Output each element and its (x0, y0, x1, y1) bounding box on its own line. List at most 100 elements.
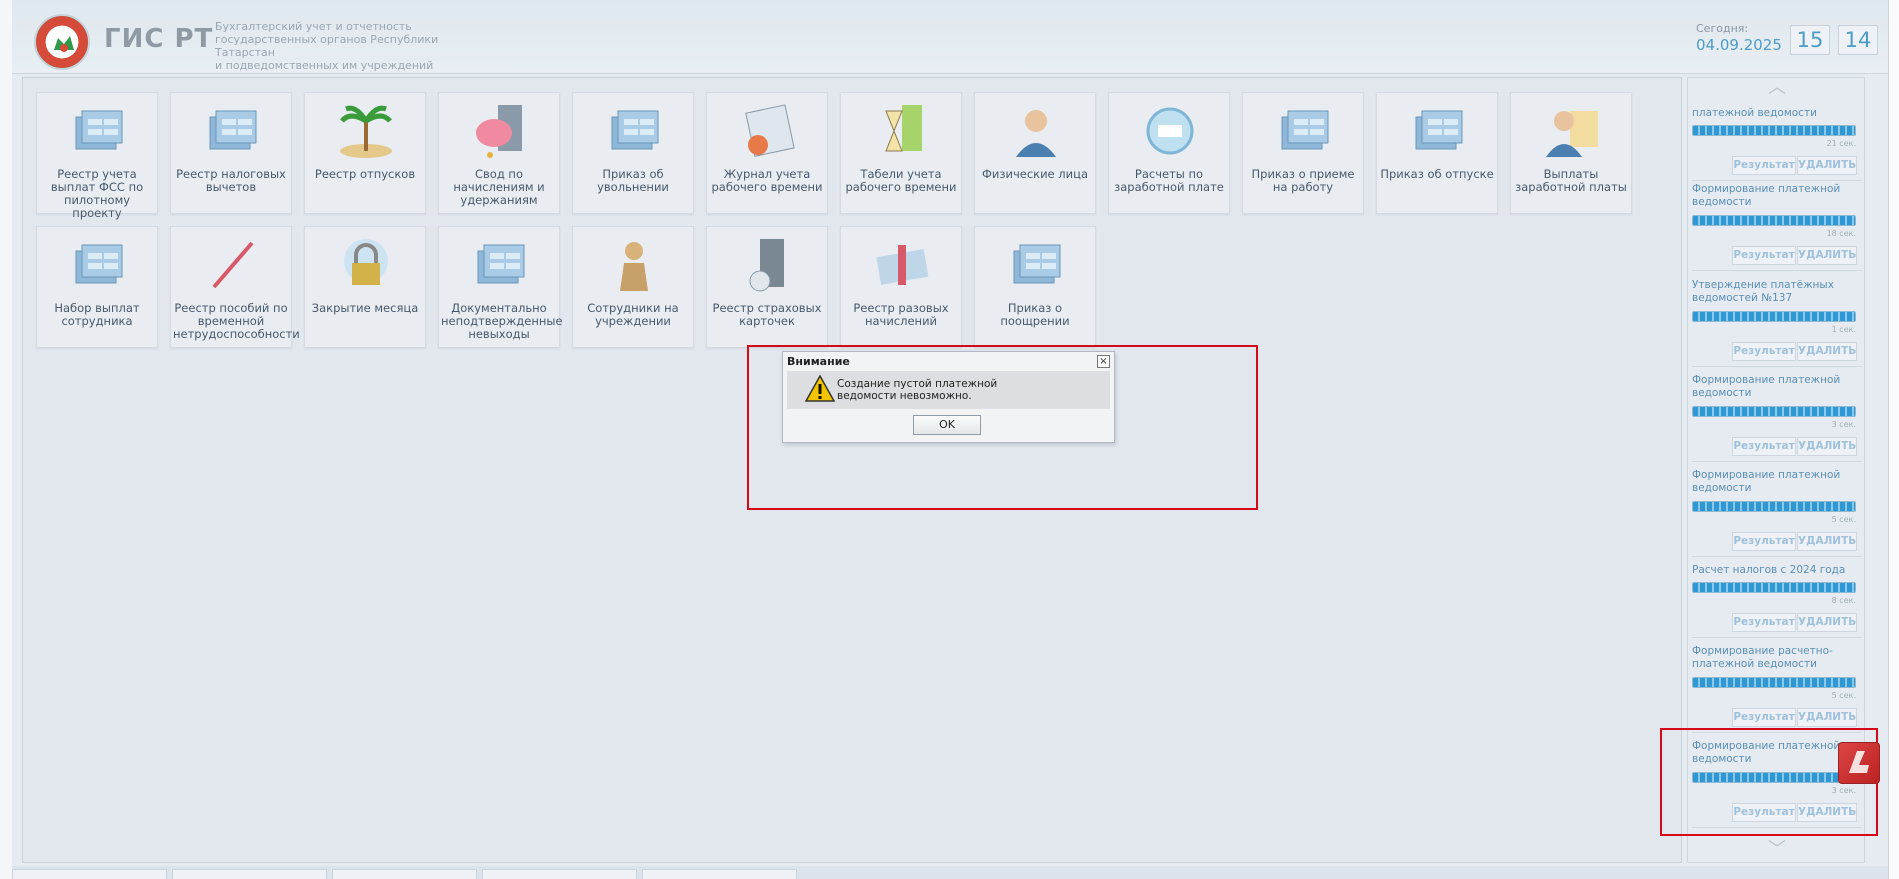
module-tile-label: Расчеты по заработной плате (1114, 167, 1224, 194)
scroll-up-icon[interactable]: ︿ (1688, 78, 1866, 98)
module-tile[interactable]: Приказ о приеме на работу (1242, 92, 1364, 214)
task-separator (1692, 637, 1862, 638)
task-elapsed-time: 1 сек. (1831, 325, 1856, 334)
task-title: Расчет налогов с 2024 года (1692, 564, 1846, 576)
module-tile[interactable]: Реестр учета выплат ФСС по пилотному про… (36, 92, 158, 220)
task-title: Формирование расчетно-платежной ведомост… (1692, 645, 1833, 670)
cabinet-icon (202, 101, 262, 161)
module-tile[interactable]: Реестр отпусков (304, 92, 426, 214)
task-separator (1692, 180, 1862, 181)
module-tile[interactable]: Реестр пособий по временной нетрудоспосо… (170, 226, 300, 348)
window-scrollbar[interactable] (1888, 0, 1899, 879)
task-delete-button[interactable]: УДАЛИТЬ (1797, 156, 1857, 175)
task-elapsed-time: 18 сек. (1826, 229, 1856, 238)
module-tile[interactable]: Выплаты заработной платы (1510, 92, 1632, 214)
task-delete-button[interactable]: УДАЛИТЬ (1797, 613, 1857, 632)
money-stamp-icon (1140, 101, 1200, 161)
task-title: Формирование платежной ведомости (1692, 469, 1841, 494)
module-tile[interactable]: Свод по начислениям и удержаниям (438, 92, 560, 214)
task-delete-button[interactable]: УДАЛИТЬ (1797, 342, 1857, 361)
task-result-button[interactable]: Результат (1732, 708, 1796, 727)
task-item: Расчет налогов с 2024 года 8 сек. Результа… (1692, 564, 1862, 654)
app-name: ГИС РТ (104, 24, 214, 54)
module-tile[interactable]: Расчеты по заработной плате (1108, 92, 1230, 214)
taskbar-tab[interactable] (12, 869, 167, 879)
taskbar-tab[interactable] (332, 869, 477, 879)
padlock-icon (336, 235, 396, 295)
taskbar-tab[interactable] (172, 869, 327, 879)
left-edge (0, 0, 12, 879)
module-tile-label: Приказ о приеме на работу (1251, 167, 1355, 194)
module-tile[interactable]: Физические лица (974, 92, 1096, 214)
app-header: ГИС РТ Бухгалтерский учет и отчетность г… (12, 0, 1888, 74)
task-separator (1692, 461, 1862, 462)
task-elapsed-time: 3 сек. (1831, 420, 1856, 429)
module-tile-label: Реестр отпусков (314, 167, 416, 181)
module-tile[interactable]: Приказ о поощрении (974, 226, 1096, 348)
module-tile[interactable]: Табели учета рабочего времени (840, 92, 962, 214)
module-tile-label: Свод по начислениям и удержаниям (453, 167, 545, 207)
scroll-down-icon[interactable]: ﹀ (1688, 840, 1866, 860)
task-result-button[interactable]: Результат (1732, 532, 1796, 551)
module-tile[interactable]: Набор выплат сотрудника (36, 226, 158, 348)
task-title: платежной ведомости (1692, 107, 1817, 119)
module-tile[interactable]: Приказ об увольнении (572, 92, 694, 214)
module-tile-label: Физические лица (981, 167, 1088, 181)
person-money-icon (1542, 101, 1602, 161)
taskbar-tab[interactable] (482, 869, 637, 879)
highlight-dialog-box (747, 345, 1258, 510)
task-result-button[interactable]: Результат (1732, 246, 1796, 265)
task-delete-button[interactable]: УДАЛИТЬ (1797, 246, 1857, 265)
desc-line: Бухгалтерский учет и отчетность (215, 20, 412, 33)
task-result-button[interactable]: Результат (1732, 437, 1796, 456)
module-tile-label: Реестр учета выплат ФСС по пилотному про… (50, 167, 144, 220)
cabinet-icon (470, 235, 530, 295)
module-tile-label: Выплаты заработной платы (1515, 167, 1627, 194)
task-progress-bar (1692, 311, 1856, 322)
task-progress-bar (1692, 406, 1856, 417)
module-tile-label: Приказ об отпуске (1380, 167, 1494, 181)
task-elapsed-time: 8 сек. (1831, 596, 1856, 605)
taskbar-tab[interactable] (642, 869, 797, 879)
clock-hours: 15 (1790, 25, 1830, 55)
task-delete-button[interactable]: УДАЛИТЬ (1797, 708, 1857, 727)
task-item: Формирование расчетно-платежной ведомост… (1692, 645, 1862, 735)
task-separator (1692, 556, 1862, 557)
book-disk-icon (738, 235, 798, 295)
module-tile-label: Реестр налоговых вычетов (176, 167, 286, 194)
module-tile-label: Реестр страховых карточек (712, 301, 822, 328)
palm-beach-icon (336, 101, 396, 161)
task-separator (1692, 366, 1862, 367)
taskbar (12, 866, 1888, 879)
person-icon (1006, 101, 1066, 161)
module-tile[interactable]: Журнал учета рабочего времени (706, 92, 828, 214)
task-delete-button[interactable]: УДАЛИТЬ (1797, 532, 1857, 551)
task-result-button[interactable]: Результат (1732, 613, 1796, 632)
task-elapsed-time: 5 сек. (1831, 515, 1856, 524)
cabinet-icon (68, 235, 128, 295)
module-tile[interactable]: Закрытие месяца (304, 226, 426, 348)
task-title: Формирование платежной ведомости (1692, 374, 1841, 399)
thermometer-icon (202, 235, 262, 295)
task-result-button[interactable]: Результат (1732, 342, 1796, 361)
module-tile[interactable]: Реестр налоговых вычетов (170, 92, 292, 214)
task-progress-bar (1692, 501, 1856, 512)
clock-minutes: 14 (1838, 25, 1878, 55)
cabinet-icon (1274, 101, 1334, 161)
today-label: Сегодня: (1696, 22, 1749, 35)
desc-line: и подведомственных им учреждений (215, 59, 434, 72)
task-result-button[interactable]: Результат (1732, 156, 1796, 175)
task-elapsed-time: 21 сек. (1826, 139, 1856, 148)
desc-line: государственных органов Республики Татар… (215, 33, 439, 59)
gift-money-icon (872, 235, 932, 295)
module-tile[interactable]: Сотрудники на учреждении (572, 226, 694, 348)
module-tile-label: Табели учета рабочего времени (845, 167, 957, 194)
support-app-icon[interactable] (1838, 742, 1880, 784)
task-progress-bar (1692, 215, 1856, 226)
task-item: Формирование платежной ведомости 5 сек. Ре… (1692, 469, 1862, 559)
module-tile[interactable]: Документально неподтвержденные невыходы (438, 226, 563, 348)
module-tile[interactable]: Приказ об отпуске (1376, 92, 1498, 214)
task-delete-button[interactable]: УДАЛИТЬ (1797, 437, 1857, 456)
module-tile[interactable]: Реестр разовых начислений (840, 226, 962, 348)
module-tile[interactable]: Реестр страховых карточек (706, 226, 828, 348)
